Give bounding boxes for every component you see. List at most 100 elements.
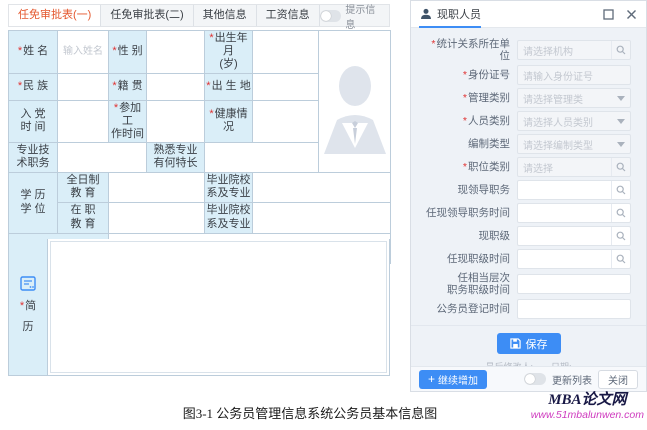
- required-marker: *: [463, 115, 467, 127]
- panel-field-list: *统计关系所在单位请选择机构*身份证号请输入身份证号*管理类别请选择管理类*人员…: [411, 28, 646, 325]
- resume-row: *简 历: [8, 239, 390, 376]
- required-marker: *: [463, 92, 467, 104]
- panel-field-row: *职位类别请选择: [421, 157, 631, 177]
- panel-field-row: *身份证号请输入身份证号: [421, 65, 631, 85]
- close-panel-button[interactable]: 关闭: [598, 370, 638, 389]
- required-marker: *: [431, 38, 435, 50]
- work-start-time-label: *参加工 作时间: [109, 100, 147, 143]
- gender-input[interactable]: [147, 31, 205, 74]
- lookup-button[interactable]: [611, 181, 630, 199]
- panel-field-label: *统计关系所在单位: [421, 38, 517, 62]
- active-tab-underline: [419, 26, 481, 28]
- tab-appointment-form-1[interactable]: 任免审批表(一): [9, 5, 101, 26]
- birthplace-label: *出 生 地: [205, 73, 253, 100]
- maximize-button[interactable]: [603, 9, 614, 20]
- panel-field-label: 现领导职务: [421, 184, 517, 196]
- search-icon: [616, 45, 626, 55]
- panel-field-input[interactable]: 请选择编制类型: [517, 134, 631, 154]
- party-join-time-label: 入 党 时 间: [9, 100, 58, 143]
- fulltime-edu-input[interactable]: [109, 172, 205, 202]
- required-marker: *: [18, 45, 22, 57]
- hint-toggle[interactable]: 提示信息: [320, 5, 389, 26]
- panel-field-row: 任现职级时间: [421, 249, 631, 269]
- native-place-input[interactable]: [147, 73, 205, 100]
- photo-upload-area[interactable]: [319, 31, 391, 173]
- panel-field-label: 编制类型: [421, 138, 517, 150]
- add-more-button[interactable]: + 继续增加: [419, 370, 487, 389]
- panel-title: 现职人员: [437, 6, 481, 22]
- person-icon: [420, 8, 432, 20]
- tab-appointment-form-2[interactable]: 任免审批表(二): [101, 5, 193, 26]
- panel-field-label: 任现领导职务时间: [421, 207, 517, 219]
- panel-header: 现职人员: [411, 1, 646, 28]
- caret-down-icon: [617, 119, 625, 124]
- tech-title-input[interactable]: [58, 143, 147, 172]
- name-input[interactable]: 输入姓名: [58, 31, 109, 74]
- specialty-input[interactable]: [205, 143, 319, 172]
- resume-textarea[interactable]: [50, 241, 387, 373]
- panel-footer: + 继续增加 更新列表 关闭: [411, 366, 646, 391]
- current-staff-panel: 现职人员 *统计关系所在单位请选择机构*身份证号请输入身份证号*管理类别请选择管…: [410, 0, 647, 392]
- panel-field-input[interactable]: 请选择机构: [517, 40, 631, 60]
- panel-field-input[interactable]: [517, 249, 631, 269]
- dropdown-caret: [617, 96, 625, 101]
- panel-field-input[interactable]: 请选择: [517, 157, 631, 177]
- required-marker: *: [206, 80, 210, 92]
- tech-title-label: 专业技 术职务: [9, 143, 58, 172]
- native-place-label: *籍 贯: [109, 73, 147, 100]
- basic-info-table: *姓 名 输入姓名 *性 别 *出生年月 (岁) *民 族 *籍 贯: [8, 30, 391, 264]
- panel-field-input[interactable]: [517, 203, 631, 223]
- panel-field-input[interactable]: 请选择人员类别: [517, 111, 631, 131]
- watermark: MBA论文网 www.51mbalunwen.com: [531, 392, 644, 421]
- dropdown-caret: [617, 142, 625, 147]
- panel-field-input[interactable]: [517, 274, 631, 294]
- lookup-button[interactable]: [611, 158, 630, 176]
- lookup-button[interactable]: [611, 250, 630, 268]
- panel-field-row: 任现领导职务时间: [421, 203, 631, 223]
- onjob-college-input[interactable]: [253, 202, 391, 233]
- tab-salary-info[interactable]: 工资信息: [257, 5, 320, 26]
- work-start-time-input[interactable]: [147, 100, 205, 143]
- health-label: *健康情况: [205, 100, 253, 143]
- avatar-placeholder-icon: [322, 48, 388, 154]
- required-marker: *: [463, 161, 467, 173]
- close-button[interactable]: [626, 9, 637, 20]
- toggle-off-icon[interactable]: [320, 10, 342, 22]
- ethnicity-label: *民 族: [9, 73, 58, 100]
- panel-field-input[interactable]: [517, 226, 631, 246]
- dropdown-caret: [617, 119, 625, 124]
- panel-field-input[interactable]: [517, 299, 631, 319]
- required-marker: *: [20, 300, 24, 312]
- search-icon: [616, 208, 626, 218]
- panel-field-label: *人员类别: [421, 115, 517, 127]
- panel-field-label: 公务员登记时间: [421, 303, 517, 315]
- birthplace-input[interactable]: [253, 73, 319, 100]
- panel-field-input[interactable]: 请选择管理类: [517, 88, 631, 108]
- ethnicity-input[interactable]: [58, 73, 109, 100]
- lookup-button[interactable]: [611, 204, 630, 222]
- lookup-button[interactable]: [611, 227, 630, 245]
- search-icon: [616, 162, 626, 172]
- refresh-list-toggle[interactable]: [524, 373, 546, 385]
- panel-field-label: 任现职级时间: [421, 253, 517, 265]
- panel-field-row: *统计关系所在单位请选择机构: [421, 38, 631, 62]
- resume-label: *简 历: [9, 239, 48, 375]
- figure-caption: 图3-1 公务员管理信息系统公务员基本信息图: [0, 403, 620, 422]
- panel-field-input[interactable]: [517, 180, 631, 200]
- panel-field-input[interactable]: 请输入身份证号: [517, 65, 631, 85]
- lookup-button[interactable]: [611, 41, 630, 59]
- resume-document-icon: [20, 276, 36, 291]
- health-input[interactable]: [253, 100, 319, 143]
- panel-field-label: 任相当层次 职务职级时间: [421, 272, 517, 296]
- panel-field-label: *职位类别: [421, 161, 517, 173]
- fulltime-college-input[interactable]: [253, 172, 391, 202]
- specialty-label: 熟悉专业 有何特长: [147, 143, 205, 172]
- birth-date-label: *出生年月 (岁): [205, 31, 253, 74]
- tab-other-info[interactable]: 其他信息: [194, 5, 257, 26]
- save-button[interactable]: 保存: [497, 333, 561, 354]
- page: 任免审批表(一) 任免审批表(二) 其他信息 工资信息 提示信息 *姓 名 输入…: [0, 0, 647, 430]
- refresh-list-label: 更新列表: [552, 372, 592, 387]
- party-join-time-input[interactable]: [58, 100, 109, 143]
- onjob-edu-input[interactable]: [109, 202, 205, 233]
- birth-date-input[interactable]: [253, 31, 319, 74]
